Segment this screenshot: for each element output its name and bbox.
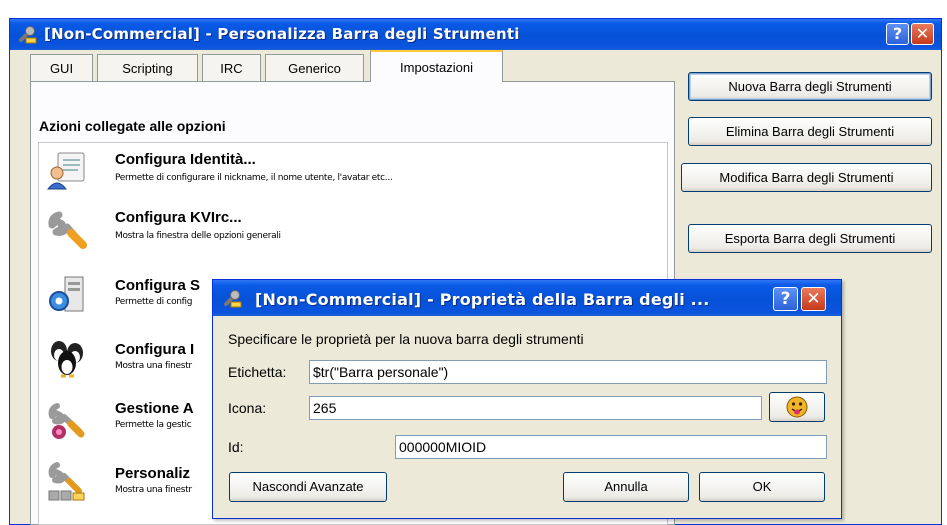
server-config-icon: [49, 276, 84, 312]
edit-toolbar-button[interactable]: Modifica Barra degli Strumenti: [681, 163, 932, 192]
item-description: Permette la gestic: [115, 420, 192, 430]
ok-button[interactable]: OK: [699, 472, 825, 502]
id-field-label: Id:: [228, 439, 244, 455]
desktop-edge: [0, 0, 9, 525]
item-title: Gestione A: [115, 400, 194, 417]
main-titlebar[interactable]: [Non-Commercial] - Personalizza Barra de…: [10, 19, 941, 50]
list-item-configure-identity[interactable]: Configura Identità... Permette di config…: [39, 149, 667, 209]
new-toolbar-button[interactable]: Nuova Barra degli Strumenti: [688, 72, 932, 101]
dialog-close-button[interactable]: ✕: [801, 287, 826, 311]
dialog-title: [Non-Commercial] - Proprietà della Barra…: [255, 290, 710, 309]
icon-input[interactable]: 265: [309, 396, 762, 420]
toolbar-customize-icon: [48, 462, 85, 501]
item-description: Mostra una finestr: [115, 361, 192, 371]
tab-gui[interactable]: GUI: [30, 54, 93, 81]
dialog-titlebar[interactable]: [Non-Commercial] - Proprietà della Barra…: [213, 280, 841, 316]
export-toolbar-button[interactable]: Esporta Barra degli Strumenti: [688, 224, 932, 253]
toolbar-properties-dialog: [Non-Commercial] - Proprietà della Barra…: [212, 279, 842, 519]
dialog-instruction: Specificare le proprietà per la nuova ba…: [228, 331, 584, 347]
tab-impostazioni[interactable]: Impostazioni: [370, 50, 503, 82]
item-description: Mostra la finestra delle opzioni general…: [115, 231, 281, 241]
label-field-label: Etichetta:: [228, 364, 287, 380]
hide-advanced-button[interactable]: Nascondi Avanzate: [229, 472, 387, 502]
tab-scripting[interactable]: Scripting: [97, 54, 198, 81]
section-label: Azioni collegate alle opzioni: [39, 118, 226, 134]
item-description: Permette di config: [115, 297, 193, 307]
choose-icon-button[interactable]: [769, 392, 825, 422]
help-button[interactable]: ?: [886, 23, 909, 45]
close-button[interactable]: ✕: [911, 23, 934, 45]
identity-icon: [46, 152, 85, 190]
item-title: Configura Identità...: [115, 151, 256, 168]
list-item-configure-kvirc[interactable]: Configura KVIrc... Mostra la finestra de…: [39, 207, 667, 267]
id-input[interactable]: 000000MIOID: [395, 435, 827, 459]
smiley-tongue-icon: [786, 396, 808, 418]
users-icon: [51, 341, 83, 378]
tab-generico[interactable]: Generico: [265, 54, 364, 81]
item-title: Configura KVIrc...: [115, 209, 242, 226]
item-title: Configura I: [115, 341, 195, 358]
item-title: Configura S: [115, 277, 200, 294]
item-title: Personaliz: [115, 465, 191, 482]
cancel-button[interactable]: Annulla: [563, 472, 689, 502]
kvirc-app-icon: [224, 290, 242, 308]
kvirc-app-icon: [19, 26, 37, 44]
item-description: Mostra una finestr: [115, 485, 192, 495]
label-input[interactable]: $tr("Barra personale"): [309, 360, 827, 384]
addon-manage-icon: [48, 403, 85, 439]
tab-irc[interactable]: IRC: [202, 54, 261, 81]
icon-field-label: Icona:: [228, 400, 267, 416]
main-window-title: [Non-Commercial] - Personalizza Barra de…: [44, 25, 520, 43]
item-description: Permette di configurare il nickname, il …: [115, 173, 393, 183]
dialog-help-button[interactable]: ?: [773, 287, 798, 311]
delete-toolbar-button[interactable]: Elimina Barra degli Strumenti: [688, 117, 932, 146]
wrench-icon: [48, 211, 87, 249]
